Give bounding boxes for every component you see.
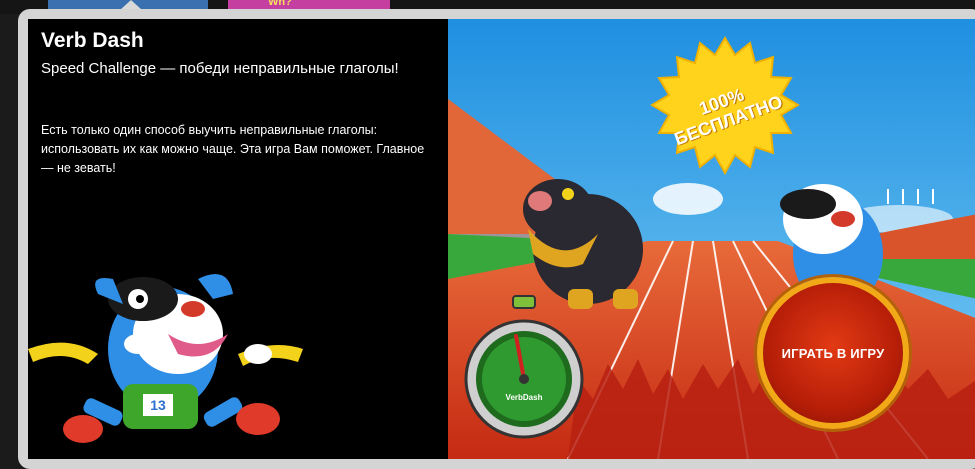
stopwatch-icon: VerbDash xyxy=(464,295,584,439)
game-subtitle: Speed Challenge — победи неправильные гл… xyxy=(41,60,399,77)
game-description: Есть только один способ выучить неправил… xyxy=(41,123,425,175)
stopwatch-label: VerbDash xyxy=(506,393,543,402)
game-title: Verb Dash xyxy=(41,29,144,52)
play-game-label: ИГРАТЬ В ИГРУ xyxy=(781,345,885,361)
bib-number: 13 xyxy=(150,397,166,413)
runner-dog-illustration: 13 xyxy=(28,274,303,443)
free-badge: 100% БЕСПЛАТНО xyxy=(645,33,805,193)
thumbnail-text: Wh? xyxy=(268,0,292,8)
info-panel: Verb Dash Speed Challenge — победи непра… xyxy=(28,19,448,459)
game-popup: Verb Dash Speed Challenge — победи непра… xyxy=(28,19,975,459)
play-game-button[interactable]: ИГРАТЬ В ИГРУ xyxy=(757,277,909,429)
